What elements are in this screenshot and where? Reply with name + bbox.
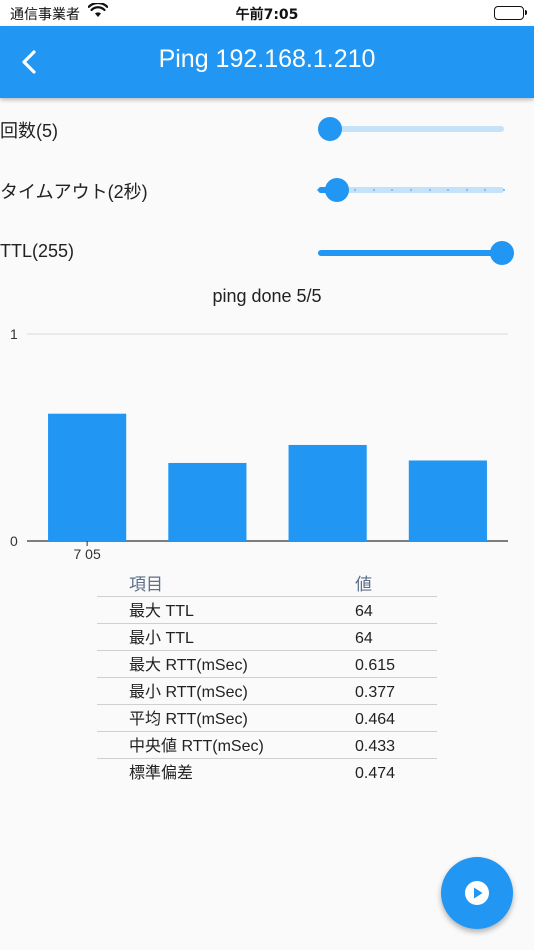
timeout-label: タイムアウト(2秒) [0, 182, 148, 202]
slider-tick [391, 189, 393, 191]
chart-bar [288, 444, 367, 541]
table-row: 最大 TTL 64 [97, 596, 437, 624]
stat-name: 最小 RTT(mSec) [97, 677, 355, 705]
slider-tick [447, 189, 449, 191]
chart-bar [168, 462, 247, 541]
play-circle-icon [464, 880, 490, 906]
slider-tick [429, 189, 431, 191]
table-row: 最大 RTT(mSec) 0.615 [97, 650, 437, 678]
stat-value: 0.474 [355, 765, 396, 782]
chart-bar [408, 460, 487, 541]
column-header-item: 項目 [97, 570, 355, 597]
stat-value: 64 [355, 596, 437, 624]
table-row: 最小 RTT(mSec) 0.377 [97, 677, 437, 705]
chart-bar [48, 413, 127, 541]
stat-value: 0.433 [355, 731, 437, 759]
rtt-bar-chart: 0 1 7 05 [10, 326, 508, 562]
battery-icon [494, 6, 527, 20]
chart-title: ping done 5/5 [212, 286, 322, 306]
chart-y-tick-label: 0 [10, 533, 18, 549]
stat-name: 中央値 RTT(mSec) [97, 731, 355, 759]
ttl-label: TTL(255) [0, 241, 75, 261]
slider-active-track [318, 250, 504, 256]
timeout-slider[interactable] [317, 170, 505, 210]
stat-name: 標準偏差 [129, 765, 194, 782]
table-row: 平均 RTT(mSec) 0.464 [97, 704, 437, 732]
chart-x-tick-label: 7 05 [74, 546, 101, 562]
table-row: 標準偏差 0.474 [97, 759, 437, 786]
stat-value: 64 [355, 623, 437, 651]
count-slider[interactable] [318, 109, 504, 149]
slider-tick [373, 189, 375, 191]
status-bar: 通信事業者 午前7:05 [0, 0, 534, 26]
slider-tick [484, 189, 486, 191]
column-header-value: 値 [355, 570, 437, 597]
count-setting-row: 回数(5) [0, 109, 534, 149]
slider-tick [466, 189, 468, 191]
stat-name: 最大 TTL [97, 596, 355, 624]
start-ping-button[interactable] [441, 857, 513, 929]
slider-tick [503, 189, 505, 191]
stat-name: 最大 RTT(mSec) [97, 650, 355, 678]
stats-table: 項目 値 最大 TTL 64 最小 TTL 64 最大 RTT(mSec) 0.… [97, 570, 437, 785]
timeout-setting-row: タイムアウト(2秒) [0, 170, 534, 210]
slider-thumb[interactable] [490, 241, 514, 265]
page-title: Ping 192.168.1.210 [158, 45, 376, 73]
table-header-row: 項目 値 [97, 570, 437, 597]
slider-thumb[interactable] [318, 117, 342, 141]
slider-thumb[interactable] [325, 178, 349, 202]
table-row: 中央値 RTT(mSec) 0.433 [97, 731, 437, 759]
clock: 午前7:05 [235, 7, 299, 23]
ttl-slider[interactable] [318, 233, 514, 273]
stat-name: 最小 TTL [97, 623, 355, 651]
chart-y-tick-label: 1 [10, 326, 18, 342]
count-label: 回数(5) [0, 121, 58, 141]
table-row: 最小 TTL 64 [97, 623, 437, 651]
slider-tick [354, 189, 356, 191]
slider-tick [410, 189, 412, 191]
stat-value: 0.615 [355, 650, 437, 678]
stat-name: 平均 RTT(mSec) [97, 704, 355, 732]
stat-value: 0.464 [355, 704, 437, 732]
stat-value: 0.377 [355, 677, 437, 705]
app-bar: Ping 192.168.1.210 [0, 26, 534, 98]
ttl-setting-row: TTL(255) [0, 233, 534, 273]
slider-track [318, 126, 504, 132]
